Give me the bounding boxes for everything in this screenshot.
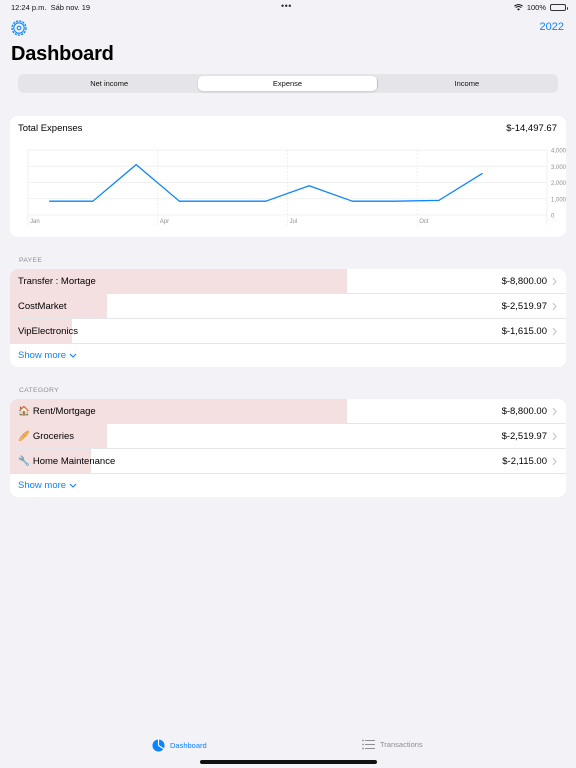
category-amount: $-2,115.00	[502, 456, 547, 467]
payee-row[interactable]: CostMarket $-2,519.97	[10, 294, 566, 319]
payee-amount: $-1,615.00	[501, 326, 547, 337]
data-point	[92, 200, 94, 202]
data-point	[351, 200, 353, 202]
house-emoji-icon: 🏠	[18, 406, 30, 417]
tab-dashboard-label: Dashboard	[170, 741, 207, 750]
payee-amount: $-2,519.97	[501, 301, 547, 312]
tab-dashboard[interactable]: Dashboard	[152, 739, 207, 752]
year-selector-button[interactable]: 2022	[540, 21, 564, 33]
chevron-right-icon	[552, 457, 557, 466]
payee-show-more-button[interactable]: Show more	[18, 350, 77, 361]
chevron-right-icon	[552, 302, 557, 311]
chevron-right-icon	[552, 407, 557, 416]
battery-percent: 100%	[526, 3, 546, 12]
payee-card: Transfer : Mortage $-8,800.00 CostMarket…	[10, 269, 566, 367]
category-row[interactable]: 🔧 Home Maintenance $-2,115.00	[10, 449, 566, 474]
data-point	[49, 200, 51, 202]
segment-expense[interactable]: Expense	[198, 76, 377, 91]
category-section-header: CATEGORY	[19, 387, 59, 394]
payee-name: VipElectronics	[18, 326, 79, 337]
category-amount: $-8,800.00	[501, 406, 547, 417]
category-amount: $-2,519.97	[501, 431, 547, 442]
x-tick-label: Oct	[419, 219, 429, 225]
tab-transactions[interactable]: Transactions	[362, 739, 423, 750]
expense-line-chart: 0 1,000 2,000 3,000 4,000 Jan Apr Jul Oct	[27, 149, 566, 225]
y-tick-label: 2,000	[551, 181, 566, 187]
status-time-date: 12:24 p.m. Sáb nov. 19	[11, 3, 91, 12]
status-bar: 12:24 p.m. Sáb nov. 19 ••• 100%	[0, 0, 576, 14]
chevron-right-icon	[552, 277, 557, 286]
category-name: 🔧 Home Maintenance	[18, 456, 116, 467]
show-more-label: Show more	[18, 350, 67, 361]
data-point	[178, 200, 180, 202]
wrench-emoji-icon: 🔧	[18, 456, 30, 467]
row-divider	[18, 473, 566, 474]
status-indicators: 100%	[513, 3, 568, 12]
tab-transactions-label: Transactions	[380, 740, 423, 749]
x-tick-label: Apr	[160, 219, 169, 225]
view-segmented-control: Net income Expense Income	[18, 74, 558, 93]
baguette-emoji-icon: 🥖	[18, 431, 30, 442]
expense-chart-card[interactable]: Total Expenses $-14,497.67 0 1,000 2,000 3,…	[10, 116, 566, 237]
data-point	[308, 185, 310, 187]
pie-chart-icon	[152, 739, 165, 752]
payee-amount: $-8,800.00	[501, 276, 547, 287]
chevron-right-icon	[552, 432, 557, 441]
data-point	[481, 172, 483, 175]
payee-name: Transfer : Mortage	[18, 276, 96, 287]
chevron-right-icon	[552, 327, 557, 336]
category-name: 🥖 Groceries	[18, 431, 75, 442]
y-tick-label: 0	[551, 214, 555, 220]
chevron-down-icon	[69, 483, 77, 488]
category-show-more-button[interactable]: Show more	[18, 480, 77, 491]
category-card: 🏠 Rent/Mortgage $-8,800.00 🥖 Groceries $-2…	[10, 399, 566, 497]
payee-name: CostMarket	[18, 301, 67, 312]
list-icon	[362, 739, 375, 750]
y-tick-label: 3,000	[551, 165, 566, 171]
data-point	[265, 200, 267, 202]
segment-net-income[interactable]: Net income	[20, 76, 198, 91]
row-divider	[18, 343, 566, 344]
data-point	[135, 164, 137, 166]
data-point	[395, 200, 397, 202]
home-indicator[interactable]	[200, 760, 377, 764]
battery-icon	[550, 4, 568, 11]
payee-section-header: PAYEE	[19, 257, 43, 264]
payee-row[interactable]: Transfer : Mortage $-8,800.00	[10, 269, 566, 294]
y-tick-label: 4,000	[551, 149, 566, 155]
show-more-label: Show more	[18, 480, 67, 491]
y-tick-label: 1,000	[551, 197, 566, 203]
x-tick-label: Jan	[30, 219, 40, 225]
category-row[interactable]: 🥖 Groceries $-2,519.97	[10, 424, 566, 449]
wifi-icon	[513, 4, 523, 11]
data-point	[222, 200, 224, 202]
page-title: Dashboard	[11, 43, 114, 65]
chevron-down-icon	[69, 353, 77, 358]
category-name: 🏠 Rent/Mortgage	[18, 406, 96, 417]
data-point	[438, 199, 440, 201]
segment-income[interactable]: Income	[378, 76, 556, 91]
category-row[interactable]: 🏠 Rent/Mortgage $-8,800.00	[10, 399, 566, 424]
payee-row[interactable]: VipElectronics $-1,615.00	[10, 319, 566, 344]
multitask-dots[interactable]: •••	[281, 1, 292, 11]
settings-gear-icon[interactable]	[10, 19, 28, 37]
x-tick-label: Jul	[290, 219, 298, 225]
